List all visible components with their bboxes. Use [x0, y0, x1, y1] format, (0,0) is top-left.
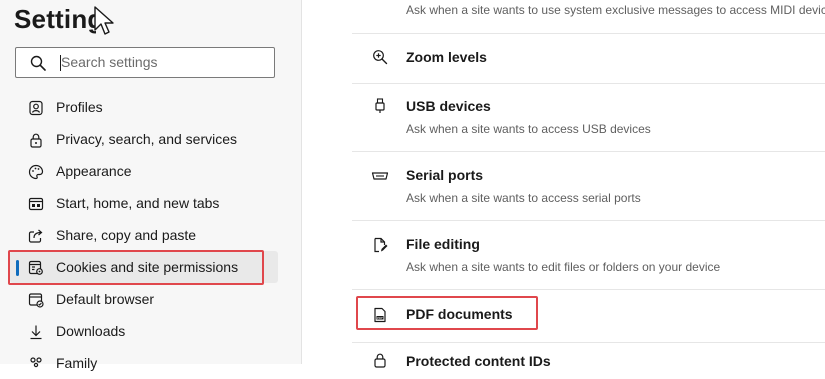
zoom-icon: [371, 48, 389, 66]
midi-description: Ask when a site wants to use system excl…: [406, 3, 825, 17]
setting-row-protected-content-ids[interactable]: Protected content IDs: [352, 342, 825, 373]
start-page-icon: [27, 195, 45, 213]
svg-text:PDF: PDF: [377, 316, 383, 320]
settings-sidebar: Settings Profiles Privacy, search, and s…: [0, 0, 302, 371]
selection-indicator: [16, 260, 19, 276]
setting-title: PDF documents: [406, 306, 513, 322]
search-input[interactable]: [61, 52, 261, 72]
sidebar-item-label: Downloads: [56, 323, 126, 339]
sidebar-item-appearance[interactable]: Appearance: [0, 155, 300, 187]
cookies-permissions-icon: [27, 259, 45, 277]
protected-content-icon: [371, 351, 389, 369]
file-edit-icon: [371, 236, 389, 254]
setting-row-pdf-documents[interactable]: PDF PDF documents: [352, 289, 825, 343]
usb-icon: [371, 97, 389, 115]
family-icon: [27, 355, 45, 373]
default-browser-icon: [27, 291, 45, 309]
sidebar-item-privacy[interactable]: Privacy, search, and services: [0, 123, 300, 155]
setting-description: Ask when a site wants to access USB devi…: [406, 122, 651, 136]
setting-title: USB devices: [406, 98, 491, 114]
sidebar-item-label: Start, home, and new tabs: [56, 195, 220, 211]
share-icon: [27, 227, 45, 245]
sidebar-item-cookies-site-permissions[interactable]: Cookies and site permissions: [10, 251, 278, 283]
sidebar-item-label: Default browser: [56, 291, 155, 307]
pdf-icon: PDF: [371, 306, 389, 324]
search-field[interactable]: [15, 47, 275, 78]
sidebar-item-label: Share, copy and paste: [56, 227, 197, 243]
page-title: Settings: [14, 4, 96, 34]
setting-row-file-editing[interactable]: File editing Ask when a site wants to ed…: [352, 220, 825, 290]
sidebar-item-downloads[interactable]: Downloads: [0, 315, 300, 347]
sidebar-item-default-browser[interactable]: Default browser: [0, 283, 300, 315]
setting-description: Ask when a site wants to access serial p…: [406, 191, 641, 205]
site-permissions-panel: Ask when a site wants to use system excl…: [352, 0, 825, 369]
setting-title: Zoom levels: [406, 49, 487, 65]
sidebar-item-label: Appearance: [56, 163, 132, 179]
sidebar-nav: Profiles Privacy, search, and services A…: [0, 91, 300, 379]
download-icon: [27, 323, 45, 341]
sidebar-item-family[interactable]: Family: [0, 347, 300, 379]
sidebar-item-share-copy-paste[interactable]: Share, copy and paste: [0, 219, 300, 251]
setting-row-serial-ports[interactable]: Serial ports Ask when a site wants to ac…: [352, 151, 825, 221]
setting-title: Protected content IDs: [406, 353, 551, 369]
search-icon: [30, 55, 46, 71]
lock-icon: [27, 131, 45, 149]
sidebar-item-label: Privacy, search, and services: [56, 131, 238, 147]
sidebar-item-label: Cookies and site permissions: [56, 259, 239, 275]
mouse-cursor-icon: [94, 6, 114, 35]
profile-icon: [27, 99, 45, 117]
sidebar-item-label: Family: [56, 355, 98, 371]
sidebar-item-start-home[interactable]: Start, home, and new tabs: [0, 187, 300, 219]
setting-row-zoom-levels[interactable]: Zoom levels: [352, 33, 825, 84]
sidebar-item-profiles[interactable]: Profiles: [0, 91, 300, 123]
setting-description: Ask when a site wants to edit files or f…: [406, 260, 721, 274]
setting-row-usb-devices[interactable]: USB devices Ask when a site wants to acc…: [352, 83, 825, 152]
serial-port-icon: [371, 167, 389, 185]
sidebar-item-label: Profiles: [56, 99, 103, 115]
setting-title: Serial ports: [406, 167, 484, 183]
palette-icon: [27, 163, 45, 181]
setting-title: File editing: [406, 236, 480, 252]
